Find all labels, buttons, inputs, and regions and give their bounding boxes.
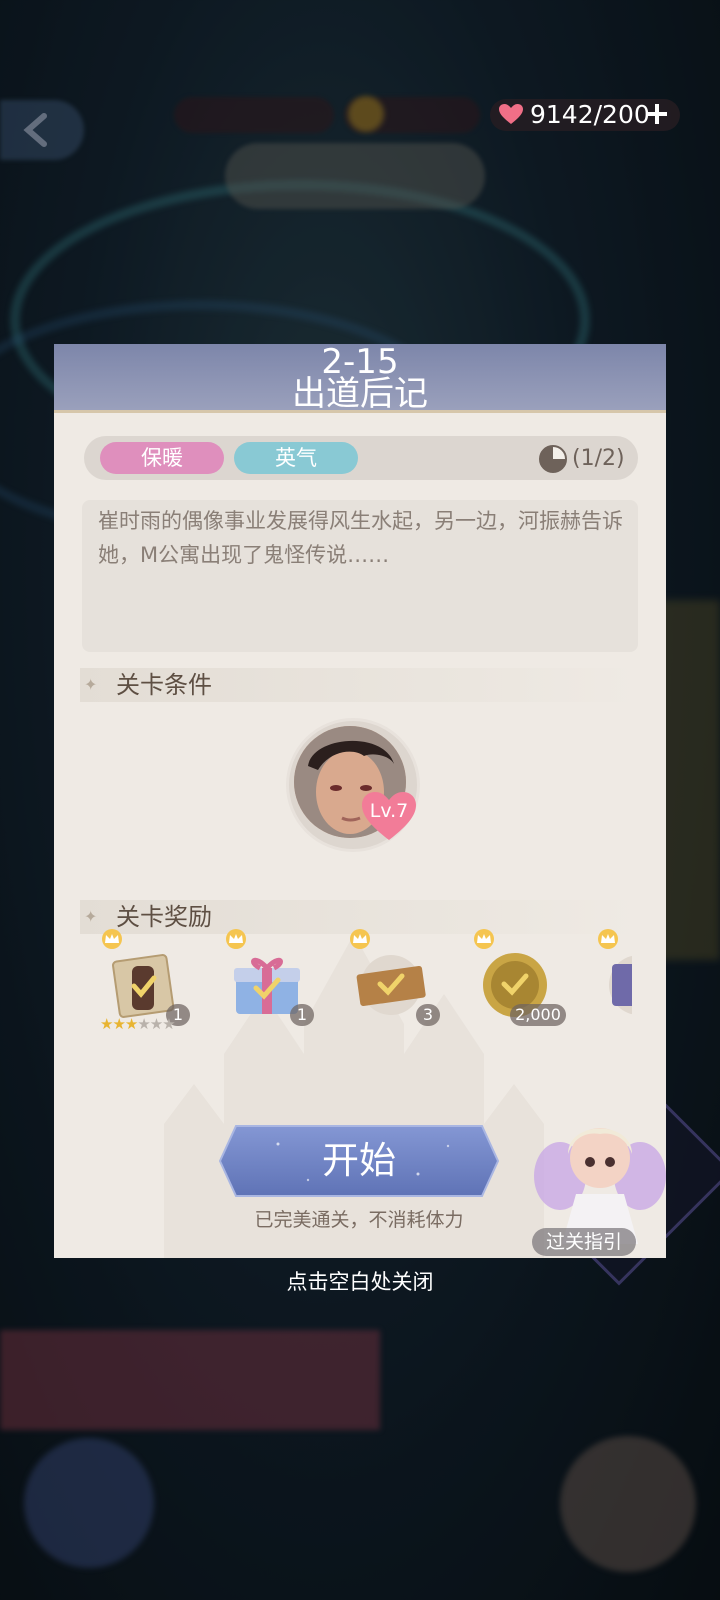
progress-text: (1/2) xyxy=(572,446,625,471)
reward-count: 1 xyxy=(290,1004,314,1026)
level-description: 崔时雨的偶像事业发展得风生水起，另一边，河振赫告诉她，M公寓出现了鬼怪传说…… xyxy=(98,509,623,567)
reward-item-purple[interactable] xyxy=(602,948,632,1022)
tap-to-close-hint[interactable]: 点击空白处关闭 xyxy=(0,1266,720,1298)
crown-icon xyxy=(350,929,370,949)
start-button-label: 开始 xyxy=(322,1139,396,1182)
progress-pie-icon xyxy=(539,445,567,473)
crown-icon xyxy=(598,929,618,949)
tag-heroic: 英气 xyxy=(234,442,358,474)
crown-icon xyxy=(102,929,122,949)
add-energy-icon[interactable] xyxy=(646,103,668,125)
conditions-header: ✦ 关卡条件 xyxy=(80,668,640,702)
required-level: Lv.7 xyxy=(369,800,409,822)
reward-count: 3 xyxy=(416,1004,440,1026)
tag-warm: 保暖 xyxy=(100,442,224,474)
crown-icon xyxy=(226,929,246,949)
reward-count: 2,000 xyxy=(510,1004,566,1026)
conditions-title: 关卡条件 xyxy=(116,671,212,699)
level-dialog: 2-15 出道后记 保暖 英气 (1/2) 崔时雨的偶像事业发展得风生水起，另一… xyxy=(54,344,666,1258)
guide-label: 过关指引 xyxy=(545,1231,622,1253)
no-stamina-note: 已完美通关，不消耗体力 xyxy=(254,1209,464,1231)
sparkle-icon: ✦ xyxy=(84,907,98,926)
level-title: 出道后记 xyxy=(292,374,428,414)
energy-value: 9142/200 xyxy=(530,100,650,129)
rarity-stars: ★★★★★★ xyxy=(100,1015,176,1033)
crown-icon xyxy=(474,929,494,949)
sparkle-icon: ✦ xyxy=(84,675,98,694)
heart-icon xyxy=(499,104,523,124)
